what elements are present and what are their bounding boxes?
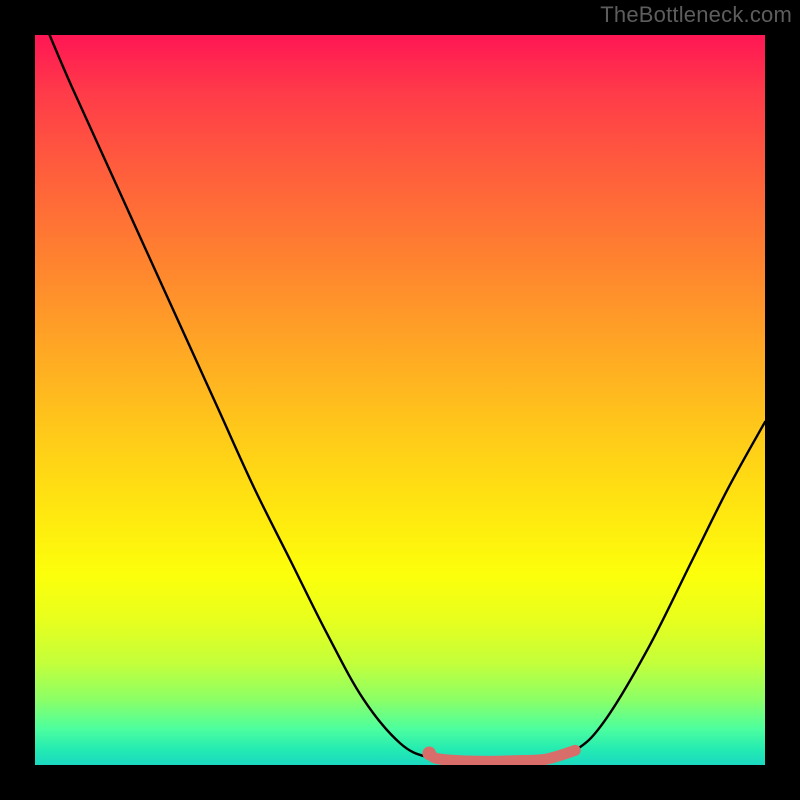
curve-line [50, 35, 765, 761]
chart-svg [35, 35, 765, 765]
highlight-segment [429, 750, 575, 761]
marker-dot [422, 747, 436, 761]
chart-frame: TheBottleneck.com [0, 0, 800, 800]
watermark-text: TheBottleneck.com [600, 2, 792, 28]
plot-area-gradient [35, 35, 765, 765]
